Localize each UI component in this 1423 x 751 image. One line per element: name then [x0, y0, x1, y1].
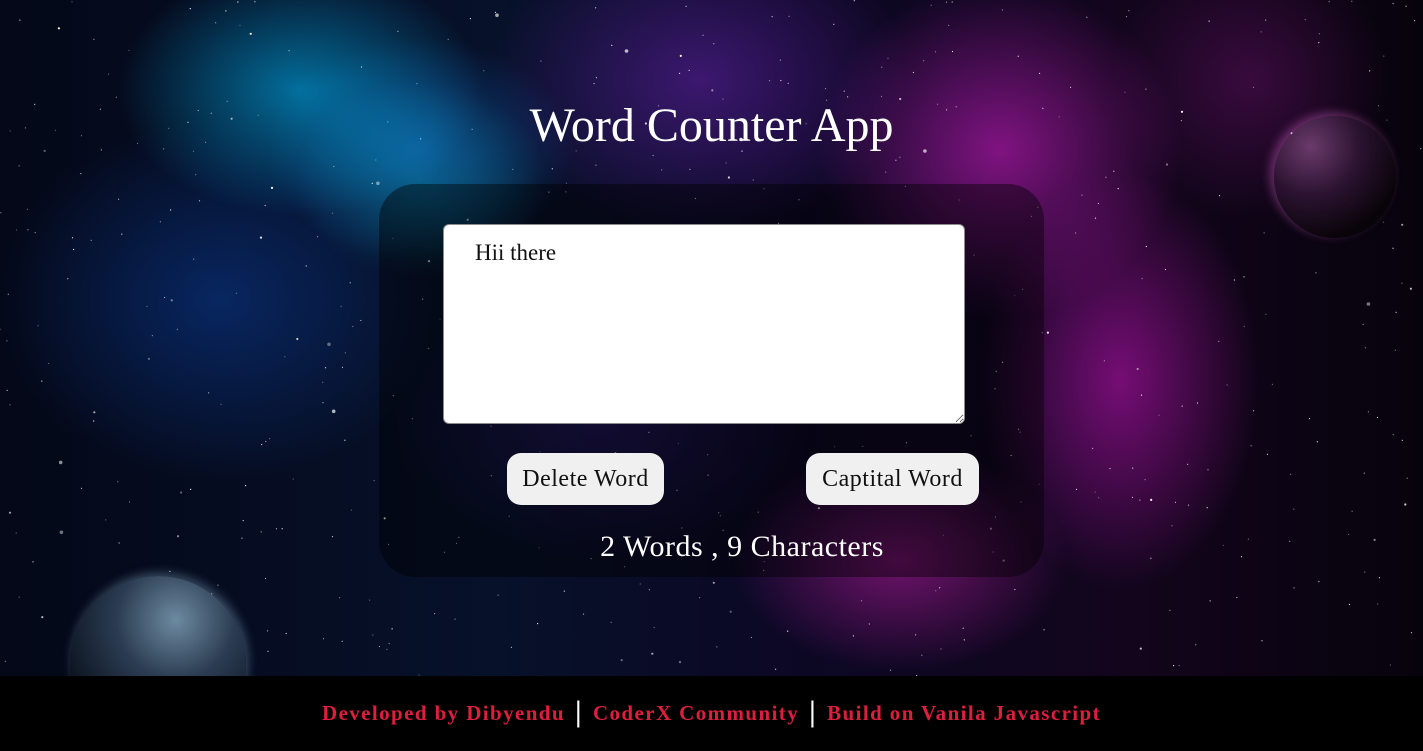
page-title: Word Counter App — [529, 99, 894, 152]
footer-community: CoderX Community — [592, 701, 800, 725]
text-input[interactable] — [443, 224, 965, 424]
footer-developer: Developed by Dibyendu — [322, 701, 565, 725]
footer-separator: | — [809, 694, 818, 728]
capital-word-button[interactable]: Captital Word — [806, 453, 979, 505]
footer: Developed by Dibyendu | CoderX Community… — [0, 676, 1423, 751]
delete-word-button[interactable]: Delete Word — [507, 453, 664, 505]
word-character-count: 2 Words , 9 Characters — [600, 530, 884, 563]
footer-build: Build on Vanila Javascript — [827, 701, 1101, 725]
footer-separator: | — [574, 694, 583, 728]
